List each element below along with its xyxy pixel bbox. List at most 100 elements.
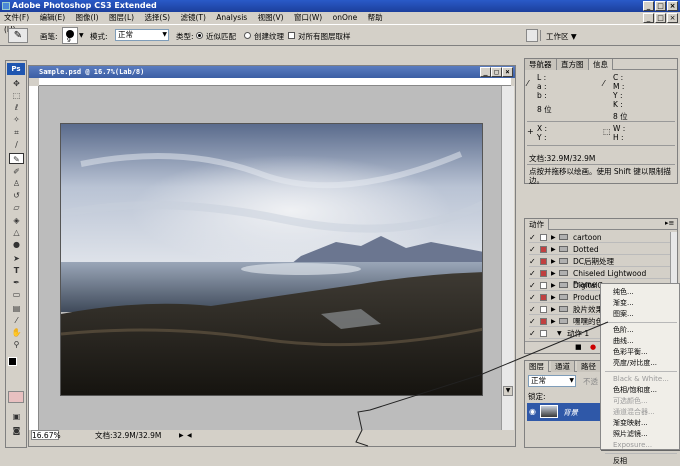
clone-stamp-tool-icon[interactable]: ♙ (9, 178, 24, 189)
menu-item[interactable]: 反相 (613, 456, 627, 466)
check-icon[interactable]: ✓ (529, 256, 536, 267)
dialog-toggle[interactable] (540, 258, 547, 265)
doc-close-button[interactable]: × (667, 13, 678, 23)
menu-item[interactable]: 照片滤镜... (613, 429, 648, 439)
magic-wand-tool-icon[interactable]: ✧ (9, 114, 24, 125)
paint-bucket-tool-icon[interactable]: ◈ (9, 215, 24, 226)
tab-navigator[interactable]: 导航器 (525, 59, 557, 70)
menu-file[interactable]: 文件(F) (4, 13, 29, 22)
dialog-toggle[interactable] (540, 246, 547, 253)
create-texture-radio[interactable] (244, 32, 251, 39)
tab-histogram[interactable]: 直方图 (557, 59, 589, 70)
expand-triangle-icon[interactable]: ▶ (551, 232, 556, 243)
move-tool-icon[interactable]: ✥ (9, 78, 24, 89)
menu-item[interactable]: 纯色... (613, 287, 634, 297)
check-icon[interactable]: ✓ (529, 304, 536, 315)
menu-layer[interactable]: 图层(L) (109, 13, 134, 22)
panel-menu-icon[interactable]: ▸≡ (665, 219, 674, 227)
menu-image[interactable]: 图像(I) (76, 13, 99, 22)
quick-mask-icon[interactable] (8, 391, 24, 403)
close-button[interactable]: × (667, 1, 678, 11)
menu-select[interactable]: 选择(S) (144, 13, 170, 22)
expand-triangle-icon[interactable]: ▶ (551, 244, 556, 255)
status-menu-arrow-icon[interactable]: ▶ (179, 430, 184, 442)
path-selection-tool-icon[interactable]: ➤ (9, 253, 24, 264)
menu-window[interactable]: 窗口(W) (294, 13, 322, 22)
shape-tool-icon[interactable]: ▭ (9, 289, 24, 300)
scroll-left-arrow-icon[interactable]: ◀ (187, 430, 192, 442)
doc-minimize-button[interactable]: _ (643, 13, 654, 23)
healing-brush-tool-icon[interactable]: ✎ (9, 153, 24, 164)
notes-tool-icon[interactable]: ▤ (9, 303, 24, 314)
menu-item[interactable]: 亮度/对比度... (613, 358, 657, 368)
tab-actions[interactable]: 动作 (525, 219, 549, 230)
pen-tool-icon[interactable]: ✒ (9, 277, 24, 288)
menu-analysis[interactable]: Analysis (216, 13, 247, 22)
action-set-row[interactable]: ✓ ▶ Chiseled Lightwood Frame (529, 268, 670, 289)
type-tool-icon[interactable]: T (9, 265, 24, 276)
check-icon[interactable]: ✓ (529, 232, 536, 243)
blur-tool-icon[interactable]: △ (9, 227, 24, 238)
lasso-tool-icon[interactable]: ℓ (9, 102, 24, 113)
proximity-match-radio[interactable] (196, 32, 203, 39)
menu-item[interactable]: 曲线... (613, 336, 634, 346)
sample-all-layers-checkbox[interactable] (288, 32, 295, 39)
document-title-bar[interactable]: Sample.psd @ 16.7%(Lab/8) _ □ × (29, 66, 515, 78)
marquee-tool-icon[interactable]: ⬚ (9, 90, 24, 101)
expand-triangle-icon[interactable]: ▶ (551, 292, 556, 303)
dialog-toggle[interactable] (540, 294, 547, 301)
check-icon[interactable]: ✓ (529, 268, 536, 279)
menu-view[interactable]: 视图(V) (258, 13, 284, 22)
minimize-button[interactable]: _ (643, 1, 654, 11)
eyedropper-tool-icon[interactable]: ⁄ (9, 315, 24, 326)
menu-edit[interactable]: 编辑(E) (40, 13, 66, 22)
expand-triangle-icon[interactable]: ▶ (551, 280, 556, 291)
doc-window-minimize-button[interactable]: _ (480, 67, 491, 77)
dodge-tool-icon[interactable]: ● (9, 239, 24, 250)
menu-item[interactable]: 渐变映射... (613, 418, 648, 428)
expand-triangle-icon[interactable]: ▶ (551, 256, 556, 267)
crop-tool-icon[interactable]: ⌗ (9, 127, 24, 138)
screen-mode-icon[interactable]: ▣ (9, 411, 24, 422)
dialog-toggle[interactable] (540, 282, 547, 289)
check-icon[interactable]: ✓ (529, 280, 536, 291)
brush-tool-icon[interactable]: ✐ (9, 166, 24, 177)
action-set-row[interactable]: ✓ ▶ cartoon (529, 232, 670, 243)
history-brush-tool-icon[interactable]: ↺ (9, 190, 24, 201)
tab-info[interactable]: 信息 (589, 59, 613, 70)
workspace-menu[interactable]: 工作区 ▼ (546, 31, 577, 42)
brush-picker[interactable]: 9 (62, 27, 78, 44)
menu-item[interactable]: 色阶... (613, 325, 634, 335)
menu-item[interactable]: 色相/饱和度... (613, 385, 657, 395)
brush-dropdown-chevron-icon[interactable]: ▼ (79, 32, 84, 39)
action-set-row[interactable]: ✓ ▶ Dotted (529, 244, 670, 255)
menu-filter[interactable]: 滤镜(T) (180, 13, 205, 22)
zoom-tool-icon[interactable]: ⚲ (9, 339, 24, 350)
check-icon[interactable]: ✓ (529, 292, 536, 303)
menu-item[interactable]: 渐变... (613, 298, 634, 308)
menu-onone[interactable]: onOne (333, 13, 358, 22)
healing-brush-tool-preset-icon[interactable]: ✎ (8, 28, 28, 43)
imageready-icon[interactable]: ◙ (9, 425, 24, 436)
action-set-row[interactable]: ✓ ▶ DC后期处理 (529, 256, 670, 267)
foreground-color-swatch[interactable] (8, 357, 17, 366)
zoom-level-field[interactable]: 16.67% (31, 430, 61, 440)
dialog-toggle[interactable] (540, 270, 547, 277)
doc-window-maximize-button[interactable]: □ (491, 67, 502, 77)
menu-item[interactable]: 图案... (613, 309, 634, 319)
check-icon[interactable]: ✓ (529, 244, 536, 255)
horizontal-ruler[interactable] (39, 78, 511, 86)
slice-tool-icon[interactable]: ∕ (9, 139, 24, 150)
menu-item[interactable]: 色彩平衡... (613, 347, 648, 357)
dialog-toggle[interactable] (540, 306, 547, 313)
mode-select[interactable]: 正常 ▼ (115, 29, 169, 41)
dialog-toggle[interactable] (540, 234, 547, 241)
doc-window-close-button[interactable]: × (502, 67, 513, 77)
expand-triangle-icon[interactable]: ▶ (551, 304, 556, 315)
eraser-tool-icon[interactable]: ▱ (9, 202, 24, 213)
maximize-button[interactable]: □ (655, 1, 666, 11)
vertical-ruler[interactable] (29, 86, 39, 430)
doc-restore-button[interactable]: □ (655, 13, 666, 23)
bridge-icon[interactable] (526, 29, 538, 42)
expand-triangle-icon[interactable]: ▶ (551, 268, 556, 279)
